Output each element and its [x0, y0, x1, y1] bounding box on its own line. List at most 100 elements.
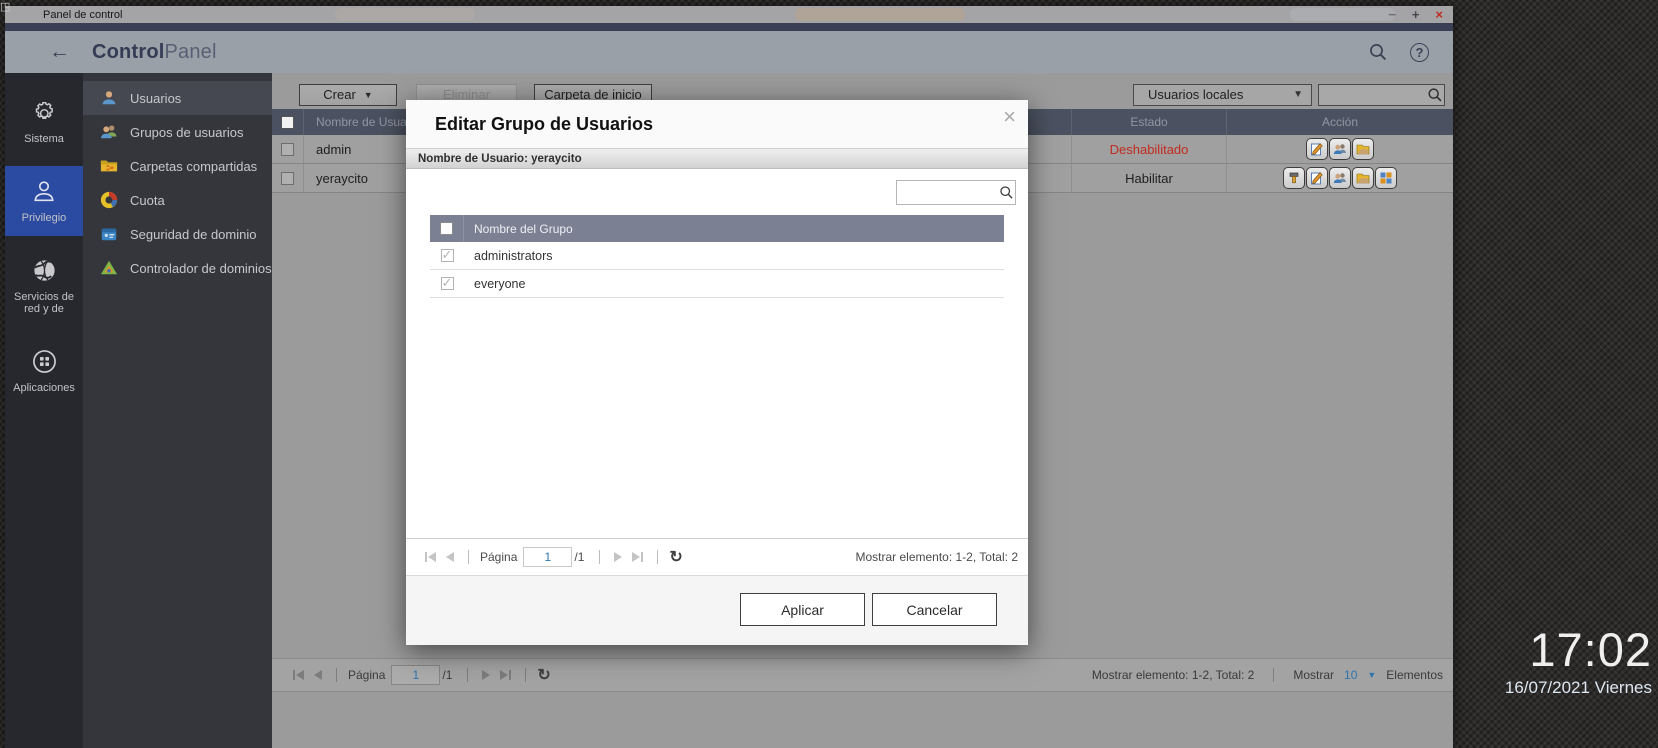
search-icon[interactable] [998, 184, 1015, 201]
edit-icon-button[interactable] [1306, 167, 1328, 189]
page-total: /1 [574, 550, 584, 564]
items-summary: Mostrar elemento: 1-2, Total: 2 [855, 550, 1018, 564]
window-titlebar[interactable]: Panel de control − + × [5, 6, 1453, 23]
select-all-checkbox[interactable]: ✓ [281, 116, 294, 129]
user-icon [100, 89, 118, 107]
group-search-box [896, 180, 1016, 205]
prev-page-button[interactable] [446, 552, 454, 562]
page-size-value[interactable]: 10 [1344, 668, 1357, 682]
user-group-icon [100, 123, 118, 141]
app-grid-icon [29, 346, 59, 376]
back-arrow-icon[interactable]: ← [49, 40, 70, 64]
action-cell [1226, 164, 1453, 192]
edit-icon-button[interactable] [1306, 138, 1328, 160]
close-window-button[interactable]: × [1435, 8, 1443, 21]
chevron-down-icon: ▼ [1293, 89, 1303, 100]
globe-icon [29, 255, 59, 285]
refresh-icon[interactable]: ↻ [537, 665, 550, 685]
table-pagination: Página /1 ↻ Mostrar elemento: 1-2, Total… [272, 658, 1453, 692]
last-page-button[interactable] [632, 552, 643, 562]
prev-page-button[interactable] [314, 670, 322, 680]
domain-controller-icon [100, 259, 118, 277]
group-search-input[interactable] [897, 181, 998, 204]
next-page-button[interactable] [614, 552, 622, 562]
group-row-everyone[interactable]: ✓ everyone [430, 270, 1004, 298]
user-status: Habilitar [1071, 164, 1226, 192]
rail-item-privilegio[interactable]: Privilegio [5, 166, 83, 236]
group-name: administrators [464, 249, 553, 263]
page-label: Página [348, 668, 385, 682]
window-title: Panel de control [43, 9, 123, 21]
sidebar-item-carpetas[interactable]: Carpetas compartidas [83, 149, 272, 183]
home-folder-icon-button[interactable] [1352, 138, 1374, 160]
gear-icon [29, 97, 59, 127]
user-status: Deshabilitado [1071, 135, 1226, 163]
row-checkbox[interactable]: ✓ [281, 172, 294, 185]
select-all-groups-checkbox[interactable]: ✓ [440, 222, 453, 235]
sidebar-item-controlador[interactable]: Controlador de dominios [83, 251, 272, 285]
user-scope-dropdown[interactable]: Usuarios locales ▼ [1133, 84, 1312, 106]
titlebar-translucency-artifact [1290, 8, 1395, 21]
change-password-icon-button[interactable] [1283, 167, 1305, 189]
dialog-subtitle: Nombre de Usuario: yeraycito [406, 148, 1028, 169]
dialog-title: Editar Grupo de Usuarios [435, 114, 653, 135]
rail-item-servicios[interactable]: Servicios de red y de [5, 245, 83, 327]
page-number-input[interactable] [391, 665, 440, 685]
dialog-pagination: Página /1 ↻ Mostrar elemento: 1-2, Total… [406, 538, 1028, 575]
page-label: Página [480, 550, 517, 564]
first-page-button[interactable] [293, 670, 304, 680]
page-number-input[interactable] [523, 547, 572, 567]
sidebar-item-cuota[interactable]: Cuota [83, 183, 272, 217]
search-icon[interactable] [1368, 42, 1388, 62]
create-button[interactable]: Crear ▼ [299, 84, 397, 106]
last-page-button[interactable] [500, 670, 511, 680]
app-privilege-icon-button[interactable] [1375, 167, 1397, 189]
group-checkbox[interactable]: ✓ [441, 277, 454, 290]
titlebar-translucency-artifact [795, 8, 965, 21]
table-search-input[interactable] [1319, 85, 1426, 105]
titlebar-translucency-artifact [335, 8, 475, 21]
category-rail: Sistema Privilegio Servicios de red y de… [5, 73, 83, 748]
app-title: ControlPanel [92, 41, 217, 64]
desktop-clock: 17:02 16/07/2021 Viernes [1505, 626, 1652, 698]
home-folder-icon-button[interactable] [1352, 167, 1374, 189]
rail-item-aplicaciones[interactable]: Aplicaciones [5, 336, 83, 406]
column-header-status[interactable]: Estado [1071, 109, 1226, 135]
user-outline-icon [29, 176, 59, 206]
items-summary: Mostrar elemento: 1-2, Total: 2 [1092, 668, 1255, 682]
titlebar-accent-strip [5, 23, 1453, 31]
column-header-action[interactable]: Acción [1226, 109, 1453, 135]
chevron-down-icon[interactable]: ▼ [1367, 670, 1376, 680]
group-checkbox[interactable]: ✓ [441, 249, 454, 262]
first-page-button[interactable] [425, 552, 436, 562]
search-icon[interactable] [1426, 86, 1444, 104]
sidebar-item-grupos[interactable]: Grupos de usuarios [83, 115, 272, 149]
show-label: Mostrar [1293, 668, 1334, 682]
row-checkbox[interactable]: ✓ [281, 143, 294, 156]
close-icon[interactable]: × [1003, 107, 1016, 127]
clock-time: 17:02 [1505, 626, 1652, 674]
maximize-button[interactable]: + [1412, 8, 1420, 21]
app-header: ← ControlPanel ? [5, 31, 1453, 73]
desktop-corner-artifact-icon: ◳ [0, 0, 10, 13]
user-group-icon-button[interactable] [1329, 138, 1351, 160]
cancel-button[interactable]: Cancelar [872, 593, 997, 626]
rail-item-sistema[interactable]: Sistema [5, 87, 83, 157]
group-table: ✓ Nombre del Grupo ✓ administrators ✓ ev… [430, 215, 1004, 298]
group-name: everyone [464, 277, 525, 291]
group-column-header[interactable]: Nombre del Grupo [464, 222, 573, 236]
refresh-icon[interactable]: ↻ [669, 547, 682, 567]
page-total: /1 [442, 668, 452, 682]
edit-user-group-dialog: Editar Grupo de Usuarios × Nombre de Usu… [406, 100, 1028, 645]
quota-donut-icon [100, 191, 118, 209]
domain-security-icon [100, 225, 118, 243]
sidebar-item-seguridad[interactable]: Seguridad de dominio [83, 217, 272, 251]
next-page-button[interactable] [482, 670, 490, 680]
sidebar-item-usuarios[interactable]: Usuarios [83, 81, 272, 115]
apply-button[interactable]: Aplicar [740, 593, 865, 626]
chevron-down-icon: ▼ [364, 90, 373, 100]
group-row-administrators[interactable]: ✓ administrators [430, 242, 1004, 270]
shared-folder-icon [100, 157, 118, 175]
help-icon[interactable]: ? [1410, 43, 1429, 62]
user-group-icon-button[interactable] [1329, 167, 1351, 189]
